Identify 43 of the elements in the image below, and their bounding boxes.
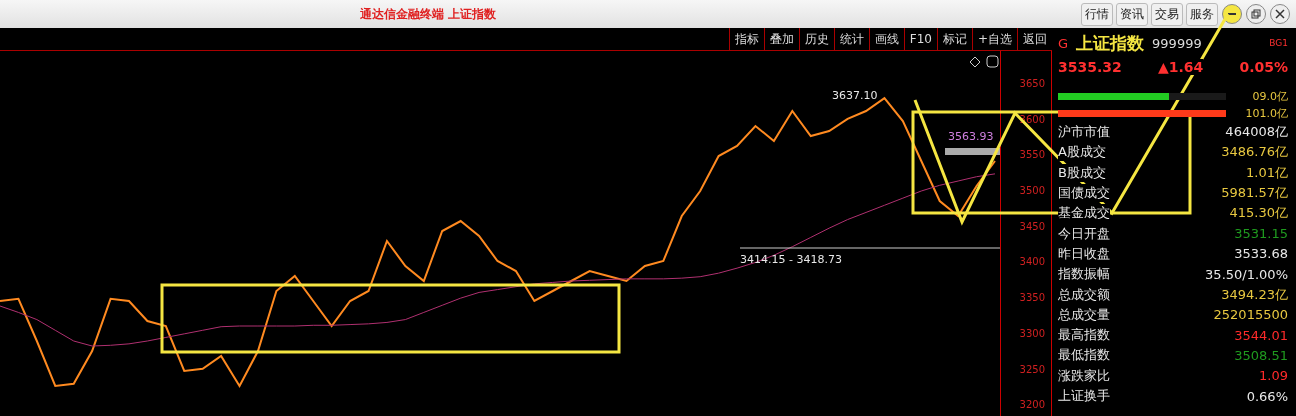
axis-label: 3650 bbox=[1019, 77, 1045, 90]
index-price: 3535.32 bbox=[1058, 59, 1122, 75]
axis-label: 3250 bbox=[1019, 363, 1045, 376]
stat-label: 总成交量 bbox=[1058, 305, 1110, 324]
restore-button[interactable] bbox=[1246, 4, 1266, 24]
menu-button[interactable]: 资讯 bbox=[1116, 2, 1148, 26]
stat-label: 涨跌家比 bbox=[1058, 366, 1110, 385]
stat-value: 1.01亿 bbox=[1246, 163, 1288, 182]
minimize-button[interactable] bbox=[1222, 4, 1242, 24]
index-code: 999999 bbox=[1152, 35, 1202, 51]
percent-change: 0.05% bbox=[1239, 59, 1288, 75]
stat-label: 昨日收盘 bbox=[1058, 244, 1110, 263]
axis-label: 3500 bbox=[1019, 185, 1045, 197]
menu-button[interactable]: 交易 bbox=[1151, 2, 1183, 26]
market-prefix: G bbox=[1058, 35, 1069, 51]
level-bar bbox=[945, 148, 1000, 155]
menu-button[interactable]: 行情 bbox=[1081, 2, 1113, 26]
diamond-icon bbox=[969, 56, 981, 68]
axis-label: 3450 bbox=[1019, 220, 1045, 233]
price-label: 3637.10 bbox=[832, 89, 878, 102]
stat-value: 3494.23亿 bbox=[1221, 285, 1288, 304]
stat-label: 国债成交 bbox=[1058, 184, 1110, 203]
restore-icon bbox=[1251, 9, 1261, 19]
index-name: 上证指数 bbox=[1076, 31, 1145, 55]
menu-button[interactable]: 服务 bbox=[1186, 2, 1218, 26]
minimize-icon bbox=[1228, 13, 1236, 15]
axis-label: 3200 bbox=[1019, 399, 1045, 412]
stat-label: 今日开盘 bbox=[1058, 224, 1110, 243]
axis-label: 3300 bbox=[1019, 327, 1045, 340]
axis-label: 3550 bbox=[1019, 149, 1045, 162]
axis-label: 3400 bbox=[1019, 256, 1045, 269]
close-button[interactable] bbox=[1270, 4, 1290, 24]
price-label: 3563.93 bbox=[948, 130, 994, 143]
stat-label: A股成交 bbox=[1058, 143, 1106, 162]
panel-toggle-icon bbox=[986, 55, 999, 68]
stat-label: 上证换手 bbox=[1058, 387, 1110, 405]
index-tag: BG1 bbox=[1269, 38, 1288, 48]
axis-label: 3350 bbox=[1019, 292, 1045, 305]
stat-label: B股成交 bbox=[1058, 163, 1106, 182]
price-change: ▲1.64 bbox=[1157, 59, 1204, 75]
window-title: 通达信金融终端 上证指数 bbox=[360, 5, 498, 23]
stat-label: 总成交额 bbox=[1058, 285, 1110, 304]
close-icon bbox=[1275, 9, 1285, 19]
